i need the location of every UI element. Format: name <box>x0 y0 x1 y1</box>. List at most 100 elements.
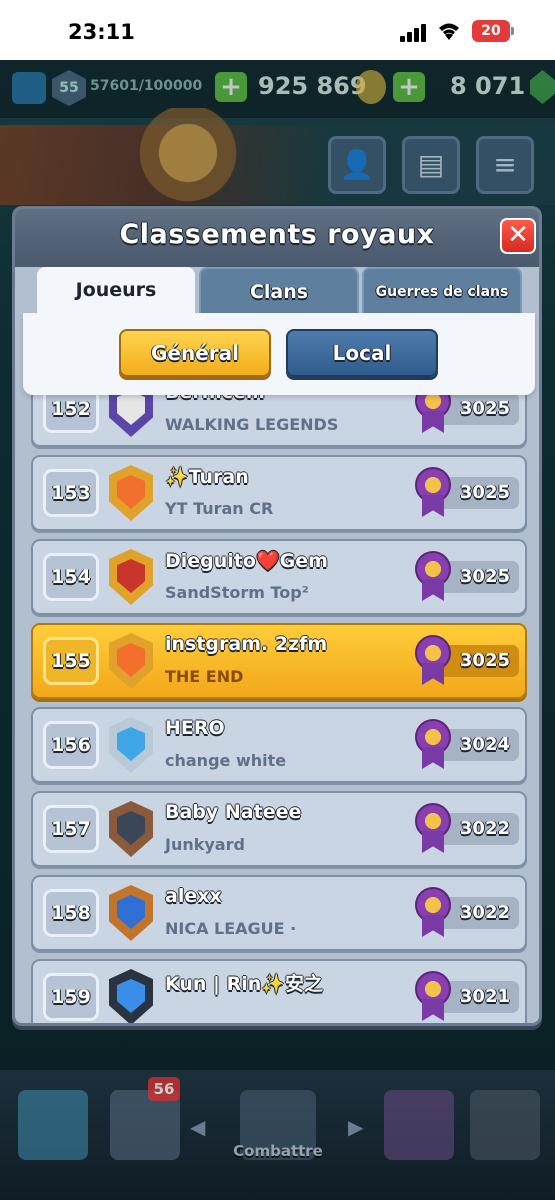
status-time: 23:11 <box>68 20 135 44</box>
clan-name: SandStorm Top² <box>165 583 309 602</box>
clan-badge-icon <box>109 717 153 773</box>
menu-button[interactable]: ≡ <box>476 136 534 194</box>
crown-medal-icon <box>415 635 451 687</box>
tab-bar: Joueurs Clans Guerres de clans <box>15 265 539 317</box>
clan-badge-icon <box>109 969 153 1023</box>
clan-name: THE END <box>165 667 244 686</box>
rank-number: 155 <box>43 637 99 685</box>
cards-badge: 56 <box>148 1077 180 1101</box>
clan-badge-icon <box>109 801 153 857</box>
player-name: ✨Turan <box>165 466 249 488</box>
crown-medal-icon <box>415 887 451 939</box>
royal-rankings-modal: Classements royaux ✕ Joueurs Clans Guerr… <box>12 206 542 1026</box>
crown-medal-icon <box>415 467 451 519</box>
news-icon: ▤ <box>417 148 445 181</box>
crown-medal-ribbon <box>422 831 444 853</box>
rank-number: 158 <box>43 889 99 937</box>
clan-name: change white <box>165 751 287 770</box>
status-bar: 23:11 20 <box>0 0 555 60</box>
general-button[interactable]: Général <box>119 329 271 377</box>
battery-tip <box>511 27 514 35</box>
modal-header: Classements royaux ✕ <box>15 209 539 267</box>
crown-medal-ribbon <box>422 495 444 517</box>
nav-right-arrow-icon[interactable]: ▶ <box>348 1115 363 1139</box>
crown-medal-icon <box>415 803 451 855</box>
crown-medal-icon <box>415 971 451 1023</box>
player-name: HERO <box>165 717 225 739</box>
shop-tab-icon[interactable] <box>18 1090 88 1160</box>
clan-badge-emblem <box>117 979 145 1013</box>
banner-background <box>0 125 555 205</box>
tab-players[interactable]: Joueurs <box>37 267 195 317</box>
player-name: Baby Nateee <box>165 801 302 823</box>
clan-badge-icon <box>109 465 153 521</box>
clan-badge-emblem <box>117 811 145 845</box>
local-button[interactable]: Local <box>286 329 438 377</box>
clan-badge-emblem <box>117 895 145 929</box>
player-name: alexx <box>165 885 222 907</box>
leaderboard-row[interactable]: 152Bernice…WALKING LEGENDS3025 <box>31 395 527 447</box>
wifi-icon <box>439 23 459 40</box>
clan-tab-icon[interactable] <box>384 1090 454 1160</box>
gold-amount: 925 869 <box>258 72 367 100</box>
player-name: Kun | Rin✨安之 <box>165 973 323 995</box>
cellular-signal-icon <box>400 24 428 42</box>
rank-number: 152 <box>43 395 99 433</box>
clan-badge-icon <box>109 395 153 437</box>
subtab-panel: Général Local <box>23 313 535 395</box>
nav-left-arrow-icon[interactable]: ◀ <box>190 1115 205 1139</box>
crown-medal-ribbon <box>422 411 444 433</box>
gem-amount: 8 071 <box>450 72 526 100</box>
clan-badge-emblem <box>117 395 145 425</box>
leaderboard-row-self[interactable]: 155 instgram. 2zfm THE END 3025 <box>31 623 527 699</box>
leaderboard-list[interactable]: 152Bernice…WALKING LEGENDS3025153✨TuranY… <box>15 395 539 1023</box>
player-name: instgram. 2zfm <box>165 633 328 655</box>
leaderboard-row[interactable]: 159 Kun | Rin✨安之 3021 <box>31 959 527 1023</box>
crown-medal-ribbon <box>422 999 444 1021</box>
crown-medal-icon <box>415 395 451 435</box>
clan-badge-icon <box>109 633 153 689</box>
battle-tab-label: Combattre <box>233 1142 323 1160</box>
leaderboard-row[interactable]: 157 Baby Nateee Junkyard 3022 <box>31 791 527 867</box>
profile-icon[interactable] <box>12 72 46 104</box>
friends-icon: 👤 <box>339 148 375 181</box>
xp-text: 57601/100000 <box>90 78 203 94</box>
crown-medal-icon <box>415 551 451 603</box>
crown-medal-ribbon <box>422 579 444 601</box>
leaderboard-row[interactable]: 158 alexx NICA LEAGUE · 3022 <box>31 875 527 951</box>
clan-name: Junkyard <box>165 835 245 854</box>
modal-title: Classements royaux <box>119 219 435 250</box>
tab-clans[interactable]: Clans <box>199 267 359 317</box>
leaderboard-row[interactable]: 154 Dieguito❤️Gem SandStorm Top² 3025 <box>31 539 527 615</box>
clan-name: WALKING LEGENDS <box>165 415 339 434</box>
add-gold-button[interactable]: + <box>215 72 247 102</box>
crown-medal-ribbon <box>422 663 444 685</box>
close-button[interactable]: ✕ <box>500 218 536 254</box>
clan-badge-emblem <box>117 727 145 761</box>
player-name: Dieguito❤️Gem <box>165 550 328 572</box>
rank-number: 159 <box>43 973 99 1021</box>
clan-name: YT Turan CR <box>165 499 274 518</box>
leaderboard-row[interactable]: 156 HERO change white 3024 <box>31 707 527 783</box>
tab-clan-wars[interactable]: Guerres de clans <box>362 267 522 317</box>
crown-medal-ribbon <box>422 915 444 937</box>
rank-number: 153 <box>43 469 99 517</box>
battery-icon: 20 <box>472 20 510 42</box>
rank-number: 156 <box>43 721 99 769</box>
player-name: Bernice… <box>165 395 265 403</box>
clan-badge-emblem <box>117 559 145 593</box>
events-tab-icon[interactable] <box>470 1090 540 1160</box>
clan-name: NICA LEAGUE · <box>165 919 297 938</box>
clan-badge-icon <box>109 549 153 605</box>
clan-badge-emblem <box>117 643 145 677</box>
news-button[interactable]: ▤ <box>402 136 460 194</box>
clan-badge-icon <box>109 885 153 941</box>
menu-icon: ≡ <box>493 148 517 181</box>
friends-button[interactable]: 👤 <box>328 136 386 194</box>
gold-coin-icon <box>356 70 386 104</box>
rank-number: 154 <box>43 553 99 601</box>
leaderboard-row[interactable]: 153 ✨Turan YT Turan CR 3025 <box>31 455 527 531</box>
add-gems-button[interactable]: + <box>393 72 425 102</box>
crown-medal-icon <box>415 719 451 771</box>
barbarian-character-icon <box>110 108 240 208</box>
